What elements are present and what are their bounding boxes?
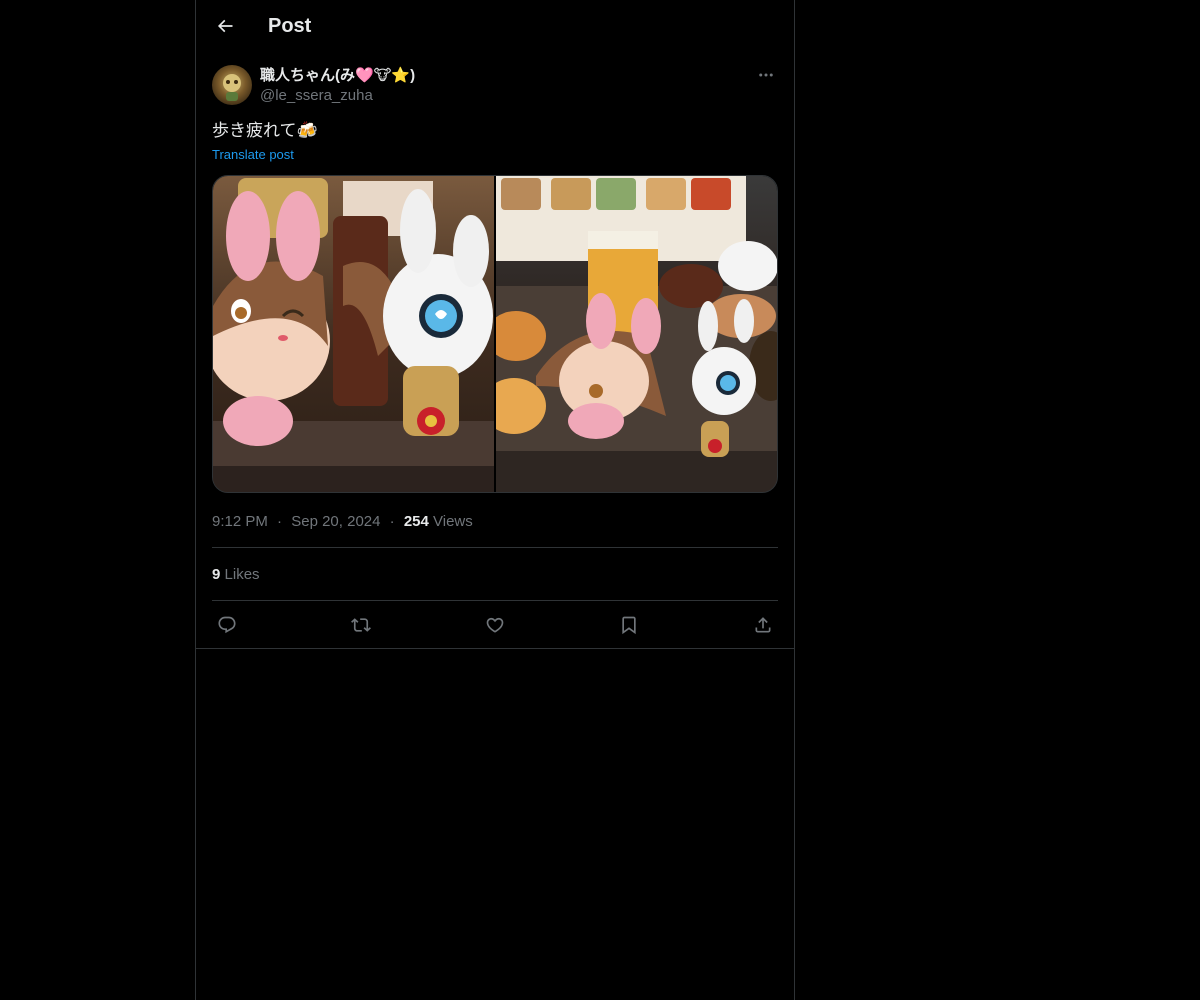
more-dots-icon [759, 73, 773, 77]
page-header: Post [196, 0, 794, 53]
post-media [212, 175, 778, 493]
avatar[interactable] [212, 65, 252, 105]
page-title: Post [268, 15, 312, 37]
reply-button[interactable] [212, 610, 242, 640]
share-button[interactable] [748, 610, 778, 640]
back-button[interactable] [208, 9, 242, 43]
post-actions [212, 610, 778, 640]
bookmark-icon [622, 616, 636, 635]
post-date[interactable]: Sep 20, 2024 [291, 513, 380, 530]
share-icon [755, 617, 771, 633]
views-label: Views [433, 513, 473, 530]
likes-label: Likes [224, 566, 260, 583]
post-bottom-border [196, 648, 794, 649]
repost-button[interactable] [346, 610, 376, 640]
views-count: 254 [403, 513, 429, 530]
post-author: 職人ちゃん(み🩷🐮⭐️) @le_ssera_zuha [212, 64, 778, 108]
reply-icon [218, 616, 236, 634]
post-text: 歩き疲れて🍻 [212, 121, 318, 140]
main-column: Post 職人ちゃん(み🩷🐮⭐️) @le_ssera_zuha 歩き疲れて🍻 … [195, 0, 795, 1000]
photo-izakaya-table [496, 176, 777, 492]
bookmark-button[interactable] [614, 610, 644, 640]
author-handle[interactable]: @le_ssera_zuha [260, 86, 373, 106]
meta-separator: · [389, 513, 395, 530]
heart-icon [486, 617, 504, 633]
likes-stat[interactable]: 9 Likes [212, 565, 260, 585]
avatar-image [212, 65, 252, 105]
divider [212, 600, 778, 601]
repost-icon [351, 618, 371, 632]
divider [212, 547, 778, 548]
post-photo-1[interactable] [213, 176, 494, 492]
post-photo-2[interactable] [496, 176, 777, 492]
author-display-name[interactable]: 職人ちゃん(み🩷🐮⭐️) [260, 66, 415, 86]
like-button[interactable] [480, 610, 510, 640]
photo-plush-table [213, 176, 494, 492]
likes-count: 9 [212, 566, 221, 583]
meta-separator: · [277, 513, 283, 530]
translate-post-link[interactable]: Translate post [212, 146, 294, 164]
more-options-button[interactable] [754, 64, 778, 86]
post-time[interactable]: 9:12 PM [212, 513, 268, 530]
post-metadata: 9:12 PM · Sep 20, 2024 · 254 Views [212, 512, 473, 532]
back-arrow-icon [217, 19, 233, 33]
